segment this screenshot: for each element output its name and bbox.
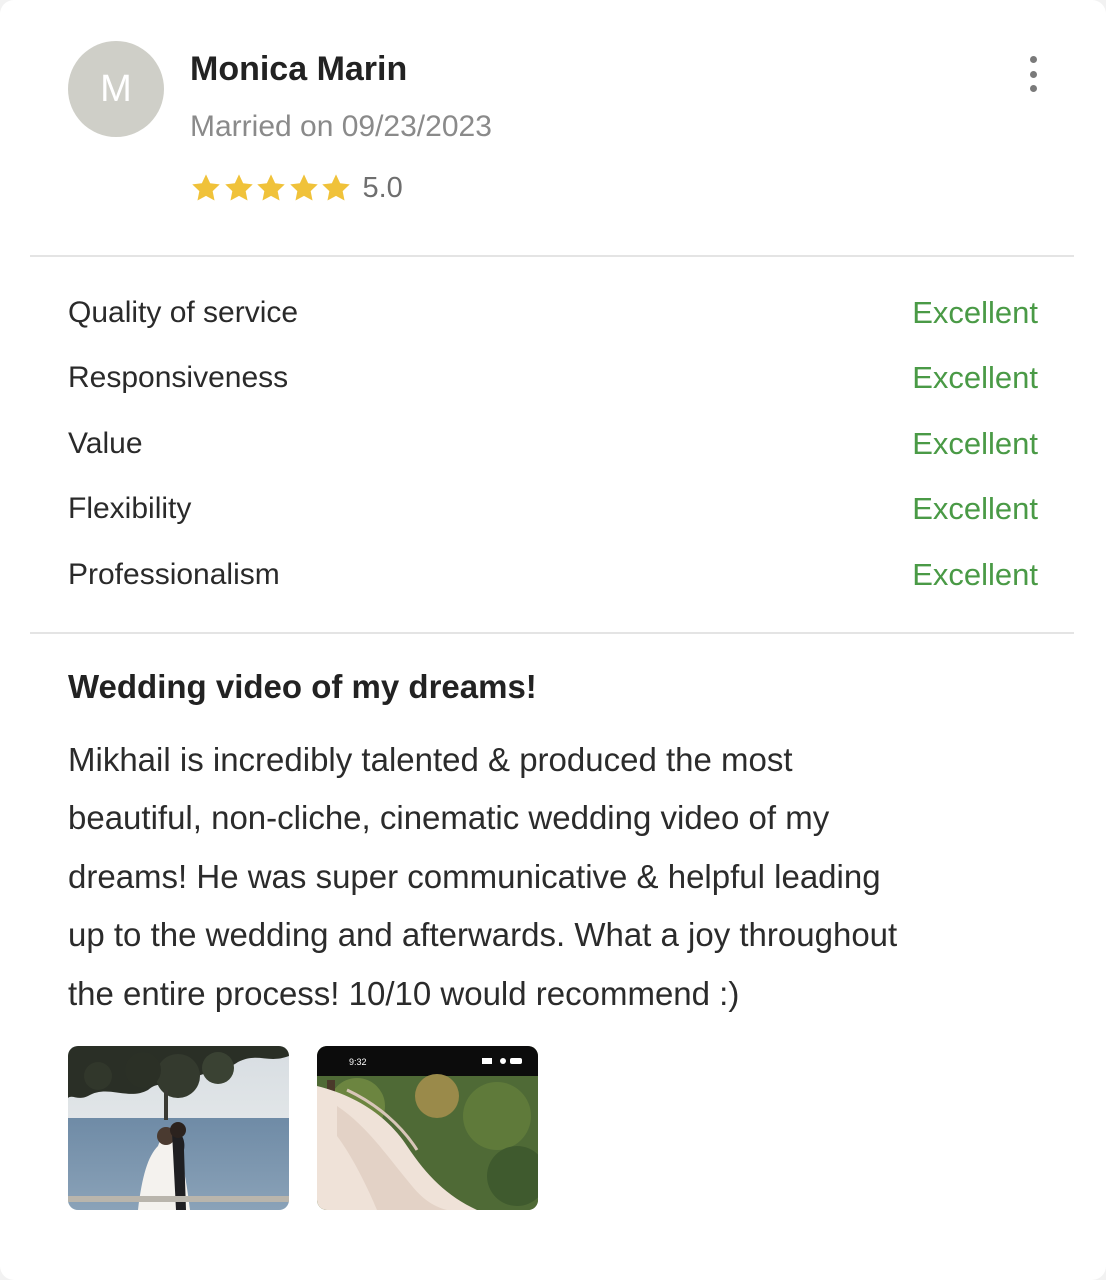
review-body-line: beautiful, non-cliche, cinematic wedding… — [68, 799, 830, 837]
rating-label: Responsiveness — [68, 361, 289, 395]
avatar: M — [68, 41, 164, 137]
category-ratings: Quality of service Excellent Responsiven… — [68, 280, 1038, 608]
author-name: Monica Marin — [190, 50, 408, 88]
rating-item-professionalism: Professionalism Excellent — [68, 542, 1038, 608]
rating-item-quality: Quality of service Excellent — [68, 280, 1038, 346]
divider — [30, 255, 1074, 257]
star-icon — [289, 174, 318, 201]
star-icon — [192, 174, 220, 201]
review-body-line: up to the wedding and afterwards. What a… — [68, 916, 898, 954]
review-body-line: Mikhail is incredibly talented & produce… — [68, 741, 793, 778]
review-body-line: dreams! He was super communicative & hel… — [68, 857, 881, 895]
photo-thumbnail-couple-by-sea[interactable] — [68, 1046, 289, 1210]
rating-label: Value — [68, 426, 143, 460]
star-icon — [224, 174, 253, 201]
rating-value: 5.0 — [362, 171, 403, 204]
married-date: Married on 09/23/2023 — [190, 110, 492, 143]
more-vertical-icon[interactable] — [1018, 54, 1048, 94]
star-icon — [257, 174, 285, 201]
rating-label: Professionalism — [68, 557, 280, 591]
divider — [30, 632, 1074, 634]
rating-score: Excellent — [912, 294, 1038, 330]
star-rating — [190, 172, 353, 204]
rating-score: Excellent — [912, 425, 1038, 461]
review-card: M Monica Marin Married on 09/23/2023 5.0… — [0, 0, 1106, 1280]
rating-item-flexibility: Flexibility Excellent — [68, 477, 1038, 543]
rating-label: Quality of service — [68, 295, 299, 329]
star-icon — [322, 174, 350, 201]
photo-thumbnail-phone-screenshot[interactable]: 9:32 — [317, 1046, 538, 1210]
review-body: Mikhail is incredibly talented & produce… — [68, 731, 1058, 1023]
review-title: Wedding video of my dreams! — [68, 668, 537, 705]
status-time: 9:32 — [349, 1057, 367, 1067]
rating-item-value: Value Excellent — [68, 411, 1038, 477]
rating-score: Excellent — [912, 556, 1038, 592]
overall-rating: 5.0 — [190, 168, 403, 208]
review-body-line: the entire process! 10/10 would recommen… — [68, 974, 740, 1012]
rating-item-responsiveness: Responsiveness Excellent — [68, 346, 1038, 412]
rating-score: Excellent — [912, 360, 1038, 396]
rating-label: Flexibility — [68, 492, 192, 526]
rating-score: Excellent — [912, 491, 1038, 527]
